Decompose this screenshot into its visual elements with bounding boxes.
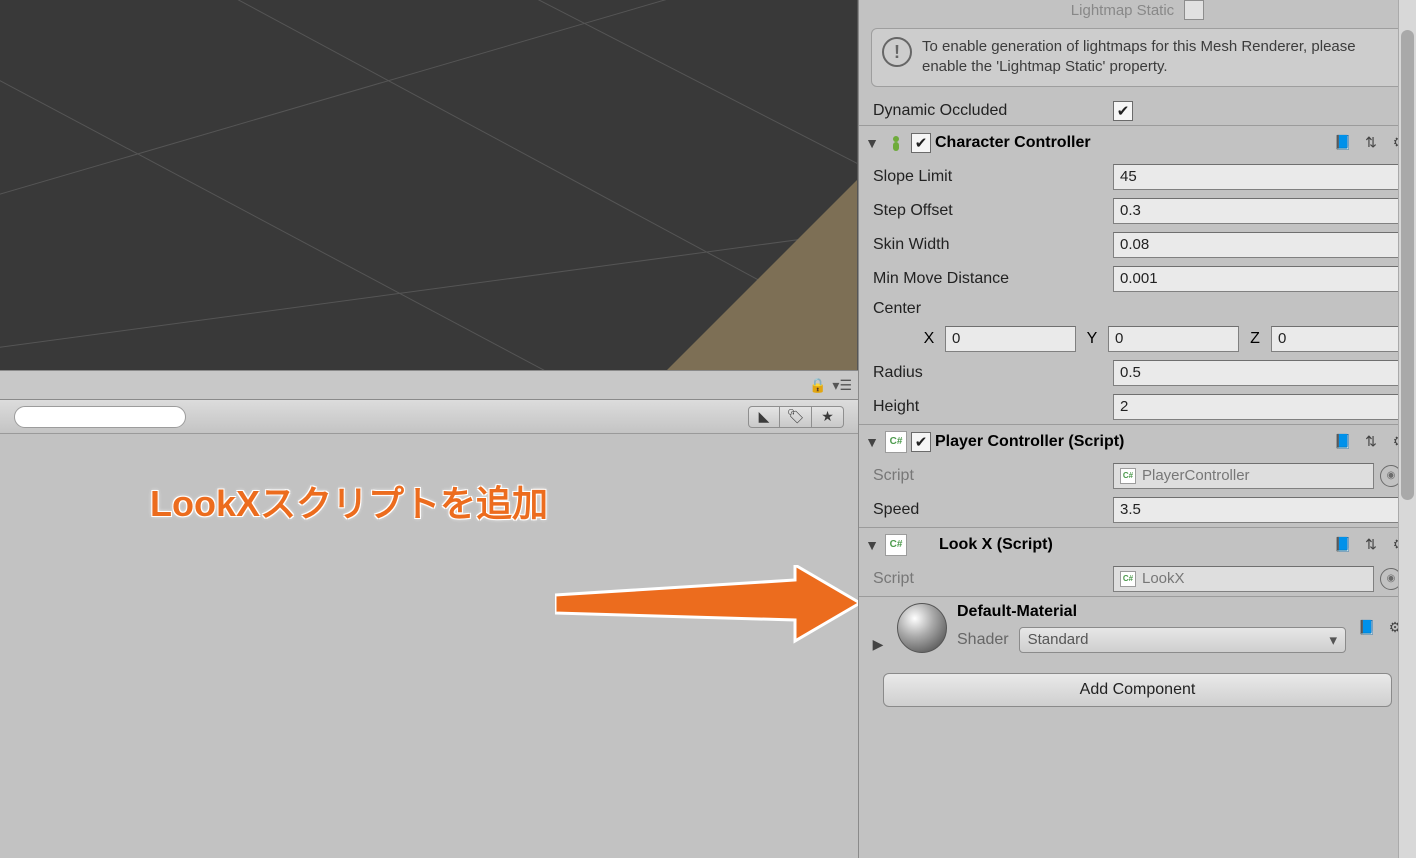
foldout-toggle[interactable]: ▼ [863, 135, 881, 151]
material-name: Default-Material [957, 603, 1346, 621]
speed-label: Speed [873, 501, 1113, 519]
csharp-script-icon: C# [885, 431, 907, 453]
lightmap-info-box: ! To enable generation of lightmaps for … [871, 28, 1404, 87]
slope-limit-field[interactable]: 45 [1113, 164, 1402, 190]
info-text: To enable generation of lightmaps for th… [922, 37, 1393, 78]
info-icon: ! [882, 37, 912, 67]
component-header-character-controller: ▼ ✔ Character Controller 📘 ⇅ ⚙ [859, 125, 1416, 160]
step-offset-field[interactable]: 0.3 [1113, 198, 1402, 224]
step-offset-label: Step Offset [873, 202, 1113, 220]
skin-width-field[interactable]: 0.08 [1113, 232, 1402, 258]
dynamic-occluded-row: Dynamic Occluded ✔ [859, 97, 1416, 125]
preset-icon[interactable]: ⇅ [1360, 132, 1382, 154]
help-icon[interactable]: 📘 [1356, 617, 1378, 639]
min-move-label: Min Move Distance [873, 270, 1113, 288]
height-label: Height [873, 398, 1113, 416]
skin-width-label: Skin Width [873, 236, 1113, 254]
dynamic-occluded-label: Dynamic Occluded [873, 102, 1113, 120]
csharp-badge-icon: C# [1120, 571, 1136, 587]
x-label: X [919, 330, 939, 348]
player-controller-enable-checkbox[interactable]: ✔ [911, 432, 931, 452]
search-input[interactable] [14, 406, 186, 428]
scrollbar-thumb[interactable] [1401, 30, 1414, 500]
lightmap-static-checkbox[interactable] [1184, 0, 1204, 20]
radius-label: Radius [873, 364, 1113, 382]
lookx-script-field: C# LookX [1113, 566, 1374, 592]
foldout-toggle[interactable]: ▼ [863, 537, 881, 553]
csharp-badge-icon: C# [1120, 468, 1136, 484]
filter-by-label-button[interactable]: 🏷 [780, 406, 812, 428]
chevron-down-icon: ▾ [1329, 631, 1337, 649]
shader-label: Shader [957, 631, 1009, 649]
character-controller-icon [885, 132, 907, 154]
project-panel[interactable] [0, 434, 858, 858]
lookx-script-value: LookX [1142, 570, 1185, 587]
center-x-field[interactable]: 0 [945, 326, 1076, 352]
dropdown-icon[interactable]: ▾☰ [832, 377, 852, 394]
help-icon[interactable]: 📘 [1332, 132, 1354, 154]
slope-limit-label: Slope Limit [873, 168, 1113, 186]
center-y-field[interactable]: 0 [1108, 326, 1239, 352]
character-controller-title: Character Controller [935, 134, 1328, 152]
mini-toolbar: 🔒 ▾☰ [0, 370, 858, 400]
z-label: Z [1245, 330, 1265, 348]
favorite-button[interactable]: ★ [812, 406, 844, 428]
shader-dropdown[interactable]: Standard ▾ [1019, 627, 1346, 653]
speed-field[interactable]: 3.5 [1113, 497, 1402, 523]
center-label: Center [873, 300, 1113, 318]
foldout-toggle[interactable]: ▼ [863, 434, 881, 450]
min-move-field[interactable]: 0.001 [1113, 266, 1402, 292]
character-controller-enable-checkbox[interactable]: ✔ [911, 133, 931, 153]
add-component-button[interactable]: Add Component [883, 673, 1392, 707]
height-field[interactable]: 2 [1113, 394, 1402, 420]
pc-script-field: C# PlayerController [1113, 463, 1374, 489]
pc-script-value: PlayerController [1142, 467, 1250, 484]
lookx-script-label: Script [873, 570, 1113, 588]
project-search-bar: 🔍 ◣ 🏷 ★ [0, 400, 858, 434]
filter-by-type-button[interactable]: ◣ [748, 406, 780, 428]
component-header-player-controller: ▼ C# ✔ Player Controller (Script) 📘 ⇅ ⚙ [859, 424, 1416, 459]
component-header-lookx: ▼ C# Look X (Script) 📘 ⇅ ⚙ [859, 527, 1416, 562]
lookx-title: Look X (Script) [939, 536, 1328, 554]
dynamic-occluded-checkbox[interactable]: ✔ [1113, 101, 1133, 121]
lock-icon[interactable]: 🔒 [809, 377, 826, 394]
pc-script-label: Script [873, 467, 1113, 485]
shader-value: Standard [1028, 631, 1089, 648]
material-block: ▶ Default-Material Shader Standard ▾ 📘 ⚙ [859, 596, 1416, 659]
center-z-field[interactable]: 0 [1271, 326, 1402, 352]
inspector-scrollbar[interactable] [1398, 0, 1416, 858]
player-controller-title: Player Controller (Script) [935, 433, 1328, 451]
y-label: Y [1082, 330, 1102, 348]
inspector-panel: Lightmap Static ! To enable generation o… [858, 0, 1416, 858]
lightmap-static-label: Lightmap Static [1071, 2, 1174, 19]
scene-geometry [667, 180, 857, 370]
lightmap-static-row: Lightmap Static [859, 0, 1416, 24]
foldout-toggle[interactable]: ▶ [869, 636, 887, 653]
help-icon[interactable]: 📘 [1332, 431, 1354, 453]
material-preview-icon [897, 603, 947, 653]
preset-icon[interactable]: ⇅ [1360, 534, 1382, 556]
csharp-script-icon: C# [885, 534, 907, 556]
preset-icon[interactable]: ⇅ [1360, 431, 1382, 453]
scene-view[interactable] [0, 0, 858, 370]
help-icon[interactable]: 📘 [1332, 534, 1354, 556]
radius-field[interactable]: 0.5 [1113, 360, 1402, 386]
